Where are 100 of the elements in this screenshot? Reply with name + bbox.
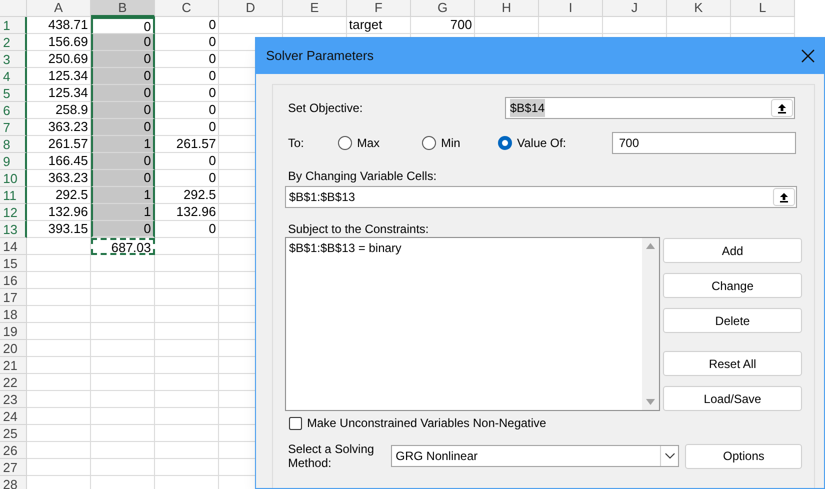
table-cell: 363.23: [27, 119, 91, 136]
table-cell: 0: [155, 221, 219, 238]
column-header[interactable]: G: [411, 0, 475, 17]
scrollbar[interactable]: [642, 238, 659, 410]
table-cell: 700: [411, 17, 475, 34]
radio-button[interactable]: [498, 136, 512, 150]
table-cell: 261.57: [155, 136, 219, 153]
table-cell: 0: [91, 51, 155, 68]
table-cell: [155, 323, 219, 340]
radio-button[interactable]: [338, 136, 352, 150]
action-button[interactable]: Add: [663, 238, 802, 263]
table-cell: 132.96: [155, 204, 219, 221]
table-cell: 0: [91, 102, 155, 119]
row-header[interactable]: 24: [0, 408, 27, 425]
table-cell: [27, 442, 91, 459]
column-header[interactable]: H: [475, 0, 539, 17]
method-dropdown[interactable]: GRG Nonlinear: [390, 445, 680, 467]
row-header[interactable]: 19: [0, 323, 27, 340]
row-header[interactable]: 27: [0, 459, 27, 476]
column-header[interactable]: D: [219, 0, 283, 17]
method-label: Select a Solving Method:: [288, 442, 376, 470]
table-cell: 1: [91, 187, 155, 204]
row-header[interactable]: 22: [0, 374, 27, 391]
row-header[interactable]: 21: [0, 357, 27, 374]
radio-option[interactable]: Min: [422, 134, 498, 152]
row-header[interactable]: 5: [0, 85, 27, 102]
table-cell: 156.69: [27, 34, 91, 51]
column-header[interactable]: E: [283, 0, 347, 17]
table-cell: 0: [91, 68, 155, 85]
row-header[interactable]: 12: [0, 204, 27, 221]
row-header[interactable]: 25: [0, 425, 27, 442]
row-header[interactable]: 17: [0, 289, 27, 306]
radio-option[interactable]: Value Of:: [498, 134, 612, 152]
dropdown-value: GRG Nonlinear: [396, 448, 478, 465]
constraints-label: Subject to the Constraints:: [287, 221, 430, 235]
row-header[interactable]: 13: [0, 221, 27, 238]
column-header[interactable]: J: [603, 0, 667, 17]
row-header[interactable]: 26: [0, 442, 27, 459]
window-title: Solver Parameters: [266, 47, 374, 66]
column-header[interactable]: I: [539, 0, 603, 17]
table-cell: [27, 391, 91, 408]
table-cell: [731, 17, 795, 34]
table-cell: 0: [91, 170, 155, 187]
table-cell: 132.96: [27, 204, 91, 221]
collapse-button[interactable]: [773, 188, 795, 206]
row-header[interactable]: 4: [0, 68, 27, 85]
action-button[interactable]: Delete: [663, 308, 802, 333]
table-cell: [155, 459, 219, 476]
table-cell: 0: [155, 153, 219, 170]
action-button[interactable]: Load/Save: [663, 386, 802, 411]
radio-option[interactable]: Max: [338, 134, 422, 152]
table-cell: 0: [155, 68, 219, 85]
table-cell: [155, 408, 219, 425]
table-cell: 125.34: [27, 68, 91, 85]
row-header[interactable]: 11: [0, 187, 27, 204]
field-value: $B$1:$B$13: [289, 189, 356, 206]
list-item[interactable]: $B$1:$B$13 = binary: [289, 239, 642, 257]
row-header[interactable]: 18: [0, 306, 27, 323]
row-header[interactable]: 3: [0, 51, 27, 68]
radio-button[interactable]: [422, 136, 436, 150]
action-button[interactable]: Change: [663, 273, 802, 298]
row-header[interactable]: 15: [0, 255, 27, 272]
table-cell: [155, 306, 219, 323]
changing-cells-label: By Changing Variable Cells:: [287, 168, 438, 182]
action-button[interactable]: Reset All: [663, 351, 802, 376]
column-header[interactable]: K: [667, 0, 731, 17]
table-cell: [603, 17, 667, 34]
row-header[interactable]: 1: [0, 17, 27, 34]
row-header[interactable]: 16: [0, 272, 27, 289]
column-header[interactable]: B: [91, 0, 155, 17]
table-cell: [155, 289, 219, 306]
row-header[interactable]: 9: [0, 153, 27, 170]
row-header[interactable]: 20: [0, 340, 27, 357]
constraints-list[interactable]: $B$1:$B$13 = binary: [285, 237, 660, 411]
options-button[interactable]: Options: [685, 444, 802, 468]
chevron-down-icon: [664, 453, 675, 459]
table-cell: 258.9: [27, 102, 91, 119]
table-cell: [155, 391, 219, 408]
table-cell: 0: [155, 51, 219, 68]
close-button[interactable]: [800, 48, 816, 64]
scroll-down-icon: [646, 399, 655, 405]
collapse-button[interactable]: [771, 99, 793, 117]
column-header[interactable]: L: [731, 0, 795, 17]
row-header[interactable]: 7: [0, 119, 27, 136]
value-field[interactable]: 700: [612, 132, 796, 154]
table-cell: 0: [91, 119, 155, 136]
row-header[interactable]: 23: [0, 391, 27, 408]
column-header[interactable]: F: [347, 0, 411, 17]
column-header[interactable]: A: [27, 0, 91, 17]
upload-arrow-icon: [779, 192, 789, 202]
row-header[interactable]: 2: [0, 34, 27, 51]
column-header[interactable]: C: [155, 0, 219, 17]
row-header[interactable]: 10: [0, 170, 27, 187]
checkbox[interactable]: [289, 416, 302, 430]
row-header[interactable]: 8: [0, 136, 27, 153]
row-header[interactable]: 14: [0, 238, 27, 255]
changing-cells-field[interactable]: $B$1:$B$13: [285, 186, 797, 208]
row-header[interactable]: 6: [0, 102, 27, 119]
objective-field[interactable]: $B$14: [505, 97, 795, 119]
row-header[interactable]: 28: [0, 476, 27, 489]
